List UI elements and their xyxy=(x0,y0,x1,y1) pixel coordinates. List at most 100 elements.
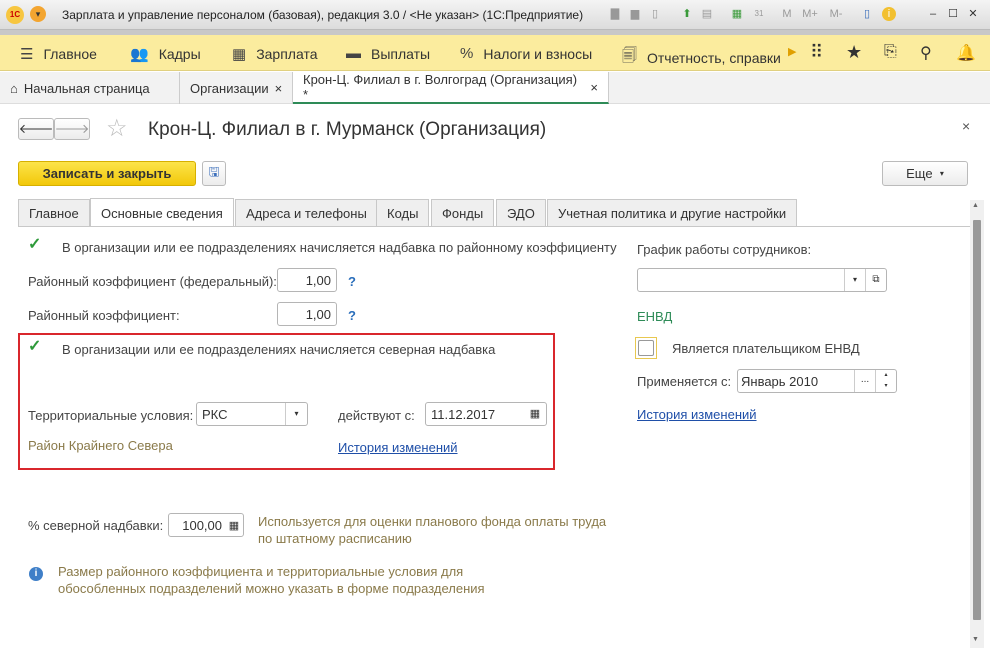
chevron-down-icon: ▾ xyxy=(939,169,944,178)
form-tabs: Главное Основные сведения Адреса и телеф… xyxy=(18,198,798,227)
spin-button[interactable]: ▴ ▾ xyxy=(875,370,896,392)
territorial-select[interactable]: РКС ▾ xyxy=(196,402,308,426)
calendar-icon[interactable]: ▦ xyxy=(524,403,546,425)
tab-label: Организации xyxy=(190,80,269,96)
north-allowance-checkbox[interactable]: ✓ xyxy=(28,339,44,356)
menu-reports[interactable]: 🗐 Отчетность, справки xyxy=(622,45,781,70)
valid-from-label: действуют с: xyxy=(338,408,415,423)
maximize-button[interactable]: ☐ xyxy=(946,7,960,21)
people-icon: 👥 xyxy=(130,46,149,63)
form-tab-main[interactable]: Главное xyxy=(18,199,90,226)
scrollbar-thumb[interactable] xyxy=(973,220,981,620)
north-pct-input[interactable]: 100,00 ▦ xyxy=(168,513,244,537)
fed-coef-label: Районный коэффициент (федеральный): xyxy=(28,274,277,289)
preview-icon[interactable]: ▯ xyxy=(648,7,662,21)
main-menu-button[interactable]: ▾ xyxy=(30,6,46,22)
app-logo: 1С xyxy=(6,6,24,24)
north-pct-label: % северной надбавки: xyxy=(28,518,164,533)
help-link[interactable]: ? xyxy=(348,308,356,323)
menu-label: Отчетность, справки xyxy=(647,49,781,66)
tab-label: Начальная страница xyxy=(23,80,150,96)
scroll-down-icon[interactable]: ▼ xyxy=(972,636,979,643)
form-tab-addresses[interactable]: Адреса и телефоны xyxy=(235,199,378,226)
history-icon[interactable]: ⎘ xyxy=(884,43,897,61)
all-functions-icon[interactable]: ⠿ xyxy=(810,42,823,63)
envd-label: Является плательщиком ЕНВД xyxy=(672,341,860,356)
menu-icon: ☰ xyxy=(20,46,34,63)
search-icon[interactable]: ⚲ xyxy=(920,43,932,63)
menu-salary[interactable]: ▦ Зарплата xyxy=(232,45,318,63)
chevron-down-icon[interactable]: ▾ xyxy=(844,269,865,291)
notifications-icon[interactable]: 🔔 xyxy=(956,43,976,63)
memory-m-button[interactable]: M xyxy=(780,7,794,21)
menu-label: Налоги и взносы xyxy=(483,45,593,62)
tab-label: Крон-Ц. Филиал в г. Волгоград (Организац… xyxy=(303,72,578,102)
form-tab-codes[interactable]: Коды xyxy=(376,199,430,226)
scroll-right-icon[interactable]: ▶ xyxy=(788,45,796,58)
territorial-label: Территориальные условия: xyxy=(28,408,194,423)
menu-payments[interactable]: ▬ Выплаты xyxy=(346,45,430,62)
schedule-select[interactable]: ▾ ⧉ xyxy=(637,268,887,292)
north-allowance-label: В организации или ее подразделениях начи… xyxy=(62,342,496,357)
scrollbar[interactable] xyxy=(970,200,984,648)
fed-coef-input[interactable]: 1,00 xyxy=(277,268,337,292)
menu-label: Главное xyxy=(43,46,97,62)
select-button[interactable]: ... xyxy=(854,370,875,392)
forward-button[interactable]: 🡒 xyxy=(54,118,90,140)
history-link[interactable]: История изменений xyxy=(338,440,458,455)
back-button[interactable]: 🡐 xyxy=(18,118,54,140)
calculator-icon[interactable]: ▦ xyxy=(225,519,243,532)
window-title: Зарплата и управление персоналом (базова… xyxy=(62,8,584,22)
form-tab-basic-info[interactable]: Основные сведения xyxy=(90,198,234,227)
open-icon[interactable]: ⧉ xyxy=(865,269,886,291)
favorite-star-icon[interactable]: ☆ xyxy=(106,114,128,143)
calculator-icon[interactable]: ▦ xyxy=(730,7,744,21)
panel-icon[interactable]: ▯ xyxy=(860,7,874,21)
help-link[interactable]: ? xyxy=(348,274,356,289)
calendar-icon[interactable]: 31 xyxy=(752,7,766,21)
calculator-icon: ▦ xyxy=(232,46,247,63)
envd-history-link[interactable]: История изменений xyxy=(637,407,757,422)
menu-main[interactable]: ☰ Главное xyxy=(20,45,97,63)
district-coef-checkbox[interactable]: ✓ xyxy=(28,237,44,254)
scroll-up-icon[interactable]: ▲ xyxy=(972,202,979,209)
district-coef-label: В организации или ее подразделениях начи… xyxy=(62,240,617,255)
date-value: 11.12.2017 xyxy=(431,406,496,422)
upload-icon[interactable]: ⬆ xyxy=(680,7,694,21)
save-and-close-button[interactable]: Записать и закрыть xyxy=(18,161,196,186)
applies-value: Январь 2010 xyxy=(741,373,819,389)
save-icon[interactable]: ▇ xyxy=(608,7,622,21)
tab-home[interactable]: ⌂ Начальная страница xyxy=(0,72,180,104)
coef-input[interactable]: 1,00 xyxy=(277,302,337,326)
info-icon[interactable]: i xyxy=(882,7,896,21)
save-button[interactable]: 🖫 xyxy=(202,161,226,186)
close-icon[interactable]: × xyxy=(275,81,283,96)
applies-from-input[interactable]: Январь 2010... ▴ ▾ xyxy=(737,369,897,393)
wallet-icon: ▬ xyxy=(346,45,361,62)
territorial-value: РКС xyxy=(202,406,228,422)
tab-organizations[interactable]: Организации × xyxy=(180,72,293,104)
memory-plus-button[interactable]: M+ xyxy=(800,7,820,21)
document-icon[interactable]: ▤ xyxy=(700,7,714,21)
chevron-down-icon[interactable]: ▾ xyxy=(285,403,307,425)
close-icon[interactable]: × xyxy=(590,80,598,95)
print-icon[interactable]: ▆ xyxy=(628,7,642,21)
close-window-button[interactable]: ✕ xyxy=(966,7,980,21)
form-tab-accounting-policy[interactable]: Учетная политика и другие настройки xyxy=(547,199,798,226)
favorites-icon[interactable]: ★ xyxy=(846,42,862,63)
home-icon: ⌂ xyxy=(10,80,18,96)
form-tab-funds[interactable]: Фонды xyxy=(431,199,495,226)
menu-taxes[interactable]: % Налоги и взносы xyxy=(460,45,592,62)
title-bar: 1С ▾ Зарплата и управление персоналом (б… xyxy=(0,0,990,30)
form-tab-edo[interactable]: ЭДО xyxy=(496,199,546,226)
close-form-button[interactable]: × xyxy=(962,118,970,134)
tab-current-org[interactable]: Крон-Ц. Филиал в г. Волгоград (Организац… xyxy=(293,72,609,104)
envd-checkbox[interactable] xyxy=(635,337,657,359)
menu-label: Кадры xyxy=(158,46,201,62)
minimize-button[interactable]: – xyxy=(926,7,940,21)
sections-bar: ☰ Главное 👥 Кадры ▦ Зарплата ▬ Выплаты % Нало… xyxy=(0,35,990,71)
more-button[interactable]: Еще ▾ xyxy=(882,161,968,186)
valid-from-date-input[interactable]: 11.12.2017 ▦ xyxy=(425,402,547,426)
memory-minus-button[interactable]: M- xyxy=(826,7,846,21)
menu-hr[interactable]: 👥 Кадры xyxy=(130,45,201,63)
